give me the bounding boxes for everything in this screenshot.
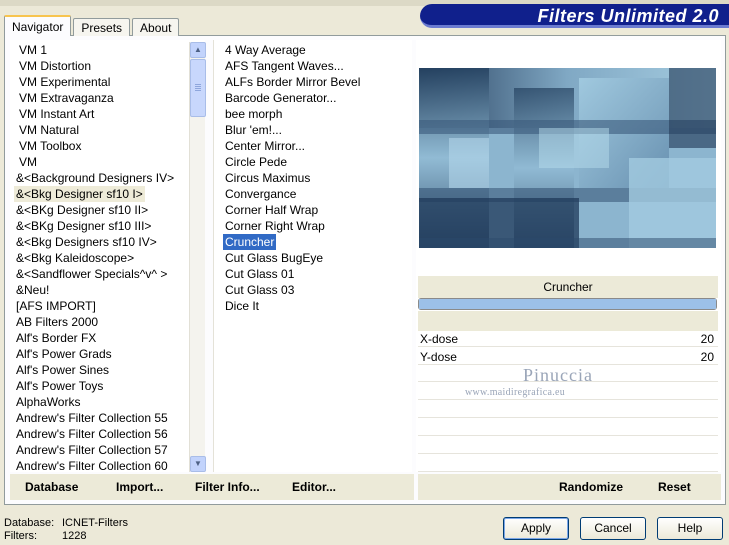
chevron-up-icon[interactable]: ▲: [190, 42, 206, 58]
filter-info-button[interactable]: Filter Info...: [195, 480, 260, 494]
category-item[interactable]: Andrew's Filter Collection 57: [14, 442, 170, 458]
category-item[interactable]: AB Filters 2000: [14, 314, 100, 330]
import-button[interactable]: Import...: [116, 480, 163, 494]
database-label: Database:: [4, 517, 55, 529]
filters-label: Filters:: [4, 530, 37, 542]
category-item[interactable]: Alf's Border FX: [14, 330, 98, 346]
database-button[interactable]: Database: [25, 480, 78, 494]
database-value: ICNET-Filters: [62, 517, 128, 529]
scrollbar-thumb[interactable]: [190, 59, 206, 117]
param-row-empty: [418, 403, 718, 418]
category-item[interactable]: VM Natural: [17, 122, 81, 138]
filter-item[interactable]: Circle Pede: [223, 154, 289, 170]
filter-item[interactable]: AFS Tangent Waves...: [223, 58, 346, 74]
filter-item[interactable]: Corner Right Wrap: [223, 218, 327, 234]
category-item[interactable]: [AFS IMPORT]: [14, 298, 98, 314]
category-item[interactable]: Alf's Power Toys: [14, 378, 105, 394]
progress-fill: [419, 299, 716, 309]
watermark-name: Pinuccia: [523, 365, 593, 385]
filter-item[interactable]: Convergance: [223, 186, 298, 202]
preview-image: [419, 68, 716, 248]
param-row-y-dose[interactable]: Y-dose 20: [418, 349, 718, 365]
chevron-down-icon[interactable]: ▼: [190, 456, 206, 472]
category-item[interactable]: VM: [17, 154, 39, 170]
banner-title: Filters Unlimited 2.0: [537, 6, 719, 26]
filter-item[interactable]: Blur 'em!...: [223, 122, 284, 138]
left-toolbar: Database Import... Filter Info... Editor…: [10, 474, 414, 500]
param-value[interactable]: 20: [701, 349, 714, 365]
category-item[interactable]: &<Sandflower Specials^v^ >: [14, 266, 169, 282]
watermark-url: www.maidiregrafica.eu: [465, 387, 566, 398]
param-value[interactable]: 20: [701, 331, 714, 347]
cancel-button[interactable]: Cancel: [580, 517, 646, 540]
filter-item[interactable]: Cut Glass 01: [223, 266, 296, 282]
category-item[interactable]: &<BKg Designer sf10 II>: [14, 202, 150, 218]
param-label: X-dose: [420, 332, 459, 346]
tab-navigator[interactable]: Navigator: [4, 15, 72, 36]
category-item[interactable]: VM Toolbox: [17, 138, 83, 154]
category-item[interactable]: &<Background Designers IV>: [14, 170, 176, 186]
progress-bar: [418, 298, 717, 310]
category-scrollbar[interactable]: ▲ ▼: [189, 42, 206, 472]
apply-button[interactable]: Apply: [503, 517, 569, 540]
param-label: Y-dose: [420, 350, 457, 364]
category-item[interactable]: AlphaWorks: [14, 394, 82, 410]
filter-list[interactable]: 4 Way Average AFS Tangent Waves... ALFs Bo…: [213, 40, 412, 472]
param-row-empty: [418, 457, 718, 472]
filter-item[interactable]: 4 Way Average: [223, 42, 308, 58]
category-item[interactable]: Andrew's Filter Collection 56: [14, 426, 170, 442]
param-row-empty: [418, 385, 718, 400]
help-button[interactable]: Help: [657, 517, 723, 540]
tab-bar: Navigator Presets About: [4, 15, 181, 36]
category-item[interactable]: &Neu!: [14, 282, 51, 298]
category-item[interactable]: &<Bkg Designers sf10 IV>: [14, 234, 159, 250]
filters-unlimited-banner: Filters Unlimited 2.0: [420, 4, 729, 28]
filter-item[interactable]: ALFs Border Mirror Bevel: [223, 74, 362, 90]
reset-button[interactable]: Reset: [658, 480, 691, 494]
filters-count: 1228: [62, 530, 87, 542]
category-item[interactable]: Alf's Power Grads: [14, 346, 114, 362]
param-row-empty: [418, 421, 718, 436]
category-item[interactable]: Andrew's Filter Collection 60: [14, 458, 170, 474]
category-item[interactable]: Alf's Power Sines: [14, 362, 111, 378]
category-item[interactable]: &<Bkg Designer sf10 I>: [14, 186, 145, 202]
filter-item[interactable]: Corner Half Wrap: [223, 202, 320, 218]
filters-status: Filters: 1228: [4, 530, 86, 542]
category-item[interactable]: VM Extravaganza: [17, 90, 116, 106]
filter-item[interactable]: Cut Glass BugEye: [223, 250, 325, 266]
filter-item[interactable]: Cut Glass 03: [223, 282, 296, 298]
category-item[interactable]: VM Experimental: [17, 74, 112, 90]
category-item[interactable]: Andrew's Filter Collection 55: [14, 410, 170, 426]
filter-item[interactable]: Dice It: [223, 298, 261, 314]
category-item[interactable]: VM Distortion: [17, 58, 93, 74]
tab-presets[interactable]: Presets: [73, 18, 131, 36]
editor-button[interactable]: Editor...: [292, 480, 336, 494]
category-item[interactable]: VM Instant Art: [17, 106, 96, 122]
category-item[interactable]: &<BKg Designer sf10 III>: [14, 218, 153, 234]
right-toolbar: Randomize Reset: [418, 474, 721, 500]
database-status: Database: ICNET-Filters: [4, 517, 128, 529]
filter-item[interactable]: Center Mirror...: [223, 138, 307, 154]
category-list[interactable]: VM 1 VM Distortion VM Experimental VM Extra…: [10, 40, 205, 474]
selected-filter-name: Cruncher: [418, 276, 718, 298]
category-item[interactable]: &<Bkg Kaleidoscope>: [14, 250, 136, 266]
category-item[interactable]: VM 1: [17, 42, 49, 58]
param-row-x-dose[interactable]: X-dose 20: [418, 331, 718, 347]
param-row-empty: [418, 439, 718, 454]
filter-item[interactable]: Barcode Generator...: [223, 90, 338, 106]
randomize-button[interactable]: Randomize: [559, 480, 623, 494]
tab-about[interactable]: About: [132, 18, 180, 36]
param-header-bar: [418, 311, 718, 331]
filter-item[interactable]: Circus Maximus: [223, 170, 312, 186]
filter-item[interactable]: Cruncher: [223, 234, 277, 250]
filter-item[interactable]: bee morph: [223, 106, 284, 122]
